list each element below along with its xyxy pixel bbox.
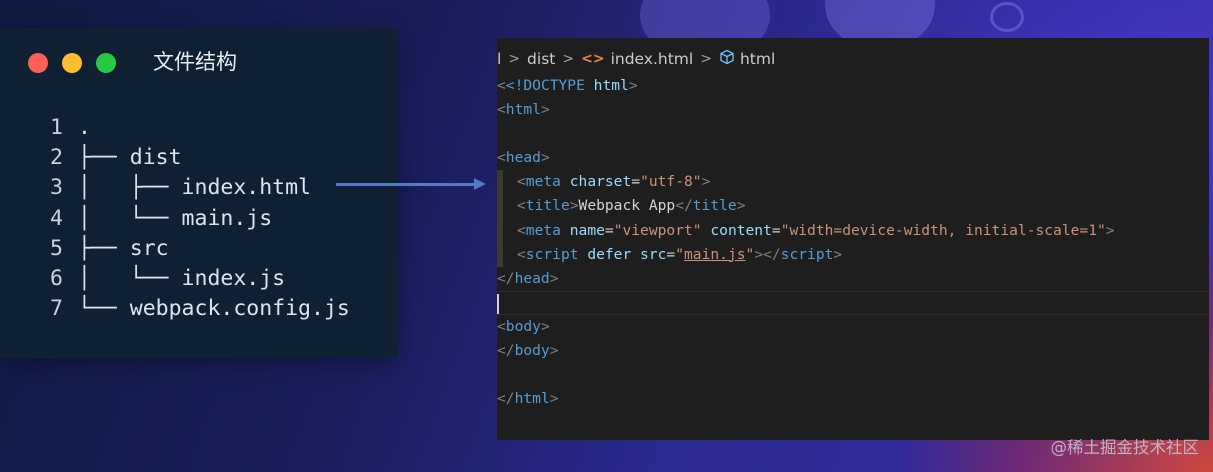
file-structure-window: 文件结构 1. 2 ├── dist 3 │ ├── index.html 4 │ └… xyxy=(0,28,398,358)
maximize-button[interactable] xyxy=(96,53,116,73)
body-close-tag: body xyxy=(514,342,550,360)
head-close-tag: head xyxy=(514,269,550,287)
window-title: 文件结构 xyxy=(153,50,237,74)
tree-entry-src: ├── src xyxy=(78,235,169,261)
breadcrumb-symbol[interactable]: html xyxy=(740,50,775,68)
script-close-tag: script xyxy=(780,245,834,263)
attr-value: "width=device-width, initial-scale=1" xyxy=(780,221,1106,239)
minimize-button[interactable] xyxy=(62,53,82,73)
indent-guide xyxy=(497,242,503,267)
title-text: Webpack App xyxy=(578,197,676,215)
watermark: @稀土掘金技术社区 xyxy=(1050,438,1200,457)
line-number: 6 xyxy=(50,265,63,291)
breadcrumb-partial[interactable]: l xyxy=(497,50,501,68)
meta-tag: meta xyxy=(525,221,561,239)
script-src-link[interactable]: main.js xyxy=(684,246,746,263)
chevron-right-icon: > xyxy=(562,51,575,67)
line-number: 1 xyxy=(50,115,63,140)
attr-value: "utf-8" xyxy=(640,173,702,191)
code-line: <head> xyxy=(497,149,550,167)
code-line-cursor xyxy=(497,290,1209,315)
attr-name: src xyxy=(640,245,667,263)
code-line: <title>Webpack App</title> xyxy=(497,194,1209,219)
tree-entry-main-js: │ └── main.js xyxy=(78,205,273,231)
html-close-tag: html xyxy=(514,390,550,408)
code-area[interactable]: <<!DOCTYPE html> <html> <head> <meta cha… xyxy=(497,74,1209,411)
doctype-name: html xyxy=(593,77,629,94)
tree-entry-index-js: │ └── index.js xyxy=(78,265,286,291)
doctype-keyword: <!DOCTYPE xyxy=(505,77,585,94)
breadcrumb-folder[interactable]: dist xyxy=(527,50,555,68)
code-line: <script defer src="main.js"></script> xyxy=(497,242,1209,267)
title-tag: title xyxy=(525,197,570,215)
indent-guide xyxy=(497,170,503,195)
chevron-right-icon: > xyxy=(700,51,712,67)
code-line: <html> xyxy=(497,101,550,119)
close-button[interactable] xyxy=(28,53,48,73)
line-number: 3 xyxy=(50,175,63,201)
code-line: <meta name="viewport" content="width=dev… xyxy=(497,218,1209,243)
arrow-line xyxy=(336,183,476,186)
arrow-head-icon xyxy=(474,178,486,190)
window-controls xyxy=(28,53,116,73)
line-number: 2 xyxy=(50,145,63,171)
attr-name: defer xyxy=(587,245,632,263)
cube-icon xyxy=(719,49,735,69)
head-open-tag: head xyxy=(505,149,541,167)
tree-entry-webpack-config: └── webpack.config.js xyxy=(78,296,350,322)
attr-name: content xyxy=(710,221,772,239)
tree-entry-index-html: │ ├── index.html xyxy=(78,175,311,201)
background-bubble-decoration xyxy=(990,2,1024,32)
tree-line: 5 ├── src xyxy=(50,234,380,264)
tree-line: 1. xyxy=(50,113,380,143)
code-editor: l > dist > <> index.html > html <<!DOCTY… xyxy=(497,38,1209,440)
file-tree: 1. 2 ├── dist 3 │ ├── index.html 4 │ └── ma… xyxy=(50,113,380,324)
html-tag-icon: <> xyxy=(581,51,605,67)
chevron-right-icon: > xyxy=(508,51,521,67)
tree-line: 6 │ └── index.js xyxy=(50,264,380,294)
code-line: </head> xyxy=(497,269,559,287)
tree-entry-root: . xyxy=(78,115,91,140)
code-line: <<!DOCTYPE html> xyxy=(497,77,638,94)
text-cursor xyxy=(497,293,499,314)
tree-line: 2 ├── dist xyxy=(50,143,380,173)
line-number: 5 xyxy=(50,235,63,261)
indent-guide xyxy=(497,218,503,243)
tree-entry-dist: ├── dist xyxy=(78,145,182,171)
breadcrumb: l > dist > <> index.html > html xyxy=(497,48,775,70)
indent-guide xyxy=(497,194,503,219)
meta-tag: meta xyxy=(525,173,561,191)
code-line: <meta charset="utf-8"> xyxy=(497,170,1209,195)
code-line: <body> xyxy=(497,317,550,335)
line-number: 7 xyxy=(50,296,63,322)
tree-line: 4 │ └── main.js xyxy=(50,204,380,234)
tree-line: 3 │ ├── index.html xyxy=(50,173,380,203)
code-line: </body> xyxy=(497,342,559,360)
body-open-tag: body xyxy=(505,317,541,335)
title-close-tag: title xyxy=(692,197,737,215)
line-number: 4 xyxy=(50,205,63,231)
code-line: </html> xyxy=(497,390,559,408)
breadcrumb-file[interactable]: index.html xyxy=(611,50,694,68)
html-open-tag: html xyxy=(505,101,541,119)
attr-name: name xyxy=(569,221,605,239)
attr-name: charset xyxy=(569,173,632,191)
attr-value: "viewport" xyxy=(613,221,702,239)
script-tag: script xyxy=(525,245,579,263)
tree-line: 7 └── webpack.config.js xyxy=(50,294,380,324)
